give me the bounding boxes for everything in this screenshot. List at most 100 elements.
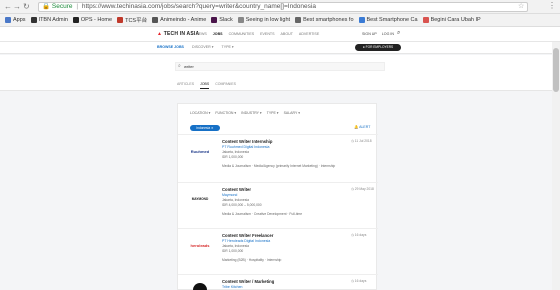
bookmark-favicon-icon (30, 17, 37, 23)
company-logo: MAYMOND (191, 197, 209, 201)
job-location: Jakarta, Indonesia (222, 150, 249, 154)
main-nav: NEWS JOBS COMMUNITIES EVENTS ABOUT ADVERTISE (196, 32, 325, 36)
bookmark-favicon-icon (237, 17, 244, 23)
account-nav: SIGN UP LOG IN (362, 32, 399, 36)
nav-item-news[interactable]: NEWS (196, 32, 207, 36)
tab-companies[interactable]: COMPANIES (215, 82, 236, 89)
job-location: Jakarta, Indonesia (222, 198, 249, 202)
search-value: writer (184, 64, 194, 69)
job-date: ◷ 16 days (351, 233, 367, 237)
search-icon[interactable]: ⌕ (397, 30, 400, 37)
for-employers-button[interactable]: ● FOR EMPLOYERS (355, 44, 401, 51)
job-date: ◷ 11 Jul 2018 (351, 139, 372, 143)
job-title[interactable]: Content Writer Freelancer (222, 233, 273, 238)
address-bar: ← → ↻ 🔒 Secure | https://www.techinasia.… (0, 0, 560, 14)
bookmark-label: OPS - Home (80, 17, 113, 23)
bookmarks-bar: Apps ITBN Admin OPS - Home TCS平台 Animeindo -… (0, 14, 560, 27)
filter-dropdown[interactable]: SALARY ▾ (284, 111, 300, 115)
bookmark-favicon-icon (152, 17, 159, 23)
secure-label: Secure (51, 3, 73, 10)
search-input[interactable]: ⌕ writer (175, 62, 385, 71)
alert-label: ALERT (359, 125, 371, 129)
nav-item-jobs[interactable]: JOBS (213, 32, 223, 36)
nav-item-events[interactable]: EVENTS (260, 32, 274, 36)
bookmark-item[interactable]: Apps (5, 17, 26, 23)
job-listing[interactable]: Ruuhmed Content Writer Internship PT Ruuhm… (178, 134, 378, 182)
bookmark-label: ITBN Admin (38, 17, 68, 23)
reload-icon[interactable]: ↻ (23, 2, 30, 12)
tab-articles[interactable]: ARTICLES (177, 82, 194, 89)
menu-icon[interactable]: ⋮ (548, 1, 556, 10)
bookmark-label: Animeindo - Anime (160, 17, 207, 23)
job-title[interactable]: Content Writer (222, 187, 251, 192)
bookmark-label: Best Smartphone Ca (366, 17, 418, 23)
job-location: Jakarta, Indonesia (222, 244, 249, 248)
url-field[interactable]: 🔒 Secure | https://www.techinasia.com/jo… (38, 2, 528, 12)
bookmark-label: Apps (13, 17, 26, 23)
job-title[interactable]: Content Writer Internship (222, 139, 272, 144)
bookmark-item[interactable]: Best smartphones fo (295, 17, 354, 23)
bookmark-label: Seeing in low light (245, 17, 291, 23)
job-company[interactable]: PT Ruuhmed Digital Indonesia (222, 145, 269, 149)
bookmark-favicon-icon (422, 17, 429, 23)
bell-icon: 🔔 (354, 125, 359, 129)
bookmark-favicon-icon (295, 17, 302, 23)
bookmark-item[interactable]: TCS平台 (117, 16, 147, 24)
account-link[interactable]: LOG IN (382, 32, 394, 36)
job-listing[interactable]: heroleads Content Writer Freelancer PT Her… (178, 228, 378, 274)
bookmark-favicon-icon (117, 17, 124, 23)
job-title[interactable]: Content Writer / Marketing (222, 279, 274, 284)
bookmark-item[interactable]: Seeing in low light (237, 17, 291, 23)
company-logo: Ruuhmed (190, 148, 210, 154)
job-listing[interactable]: MAYMOND Content Writer Maymond Jakarta, Ind… (178, 182, 378, 228)
bookmark-label: Best smartphones fo (303, 17, 354, 23)
bookmark-star-icon[interactable]: ☆ (518, 2, 524, 10)
bookmark-item[interactable]: ITBN Admin (30, 17, 68, 23)
filter-bar: LOCATION ▾ FUNCTION ▾ INDUSTRY ▾ TYPE ▾ SALA… (190, 111, 305, 115)
bookmark-item[interactable]: OPS - Home (72, 17, 113, 23)
country-filter-chip[interactable]: Indonesia ✕ (190, 125, 220, 131)
bookmark-label: TCS平台 (125, 18, 148, 24)
scrollbar-thumb[interactable] (553, 48, 559, 92)
techinasia-logo[interactable]: ▲ TECH IN ASIA (157, 31, 199, 37)
job-listing[interactable]: Content Writer / Marketing Tribe Kitchen ◷… (178, 274, 378, 290)
search-area: ⌕ writer ARTICLES JOBS COMPANIES (0, 55, 560, 91)
alert-button[interactable]: 🔔 ALERT (354, 125, 370, 129)
tab-jobs[interactable]: JOBS (200, 82, 210, 89)
nav-item-about[interactable]: ABOUT (281, 32, 293, 36)
bookmark-item[interactable]: Animeindo - Anime (152, 17, 206, 23)
job-company[interactable]: PT Heroleads Digital Indonesia (222, 239, 270, 243)
bookmark-favicon-icon (72, 17, 79, 23)
filter-dropdown[interactable]: FUNCTION ▾ (215, 111, 236, 115)
job-salary: IDR 1,000,000 (222, 155, 244, 159)
account-link[interactable]: SIGN UP (362, 32, 377, 36)
filter-dropdown[interactable]: INDUSTRY ▾ (241, 111, 262, 115)
jobs-subnav: BROWSE JOBS DISCOVER ▾ TYPE ▾ ● FOR EMPLOY… (0, 42, 560, 54)
job-tags: Media & Journalism · Media/Agency (prima… (222, 164, 336, 168)
filter-dropdown[interactable]: TYPE ▾ (267, 111, 279, 115)
bookmark-item[interactable]: Best Smartphone Ca (358, 17, 418, 23)
result-tabs: ARTICLES JOBS COMPANIES (177, 82, 242, 89)
subnav-item[interactable]: TYPE ▾ (222, 45, 234, 49)
logo-text: TECH IN ASIA (163, 31, 200, 37)
bookmark-favicon-icon (211, 17, 218, 23)
subnav-items: BROWSE JOBS DISCOVER ▾ TYPE ▾ (157, 45, 242, 49)
nav-item-communities[interactable]: COMMUNITIES (229, 32, 255, 36)
url-separator: | (76, 3, 79, 10)
forward-arrow-icon[interactable]: → (13, 2, 21, 12)
search-field-icon: ⌕ (178, 63, 181, 69)
subnav-item[interactable]: BROWSE JOBS (157, 45, 184, 49)
job-salary: IDR 4,000,000 – 5,000,000 (222, 203, 262, 207)
nav-item-advertise[interactable]: ADVERTISE (299, 32, 319, 36)
back-arrow-icon[interactable]: ← (4, 2, 12, 12)
job-company[interactable]: Tribe Kitchen (222, 285, 243, 289)
bookmark-item[interactable]: Begini Cara Ubah IP (422, 17, 481, 23)
filter-dropdown[interactable]: LOCATION ▾ (190, 111, 210, 115)
site-header: ▲ TECH IN ASIA NEWS JOBS COMMUNITIES EVENTS… (0, 27, 560, 42)
job-date: ◷ 29 May 2018 (351, 187, 374, 191)
url-text: https://www.techinasia.com/jobs/search?q… (81, 3, 316, 10)
subnav-item[interactable]: DISCOVER ▾ (192, 45, 214, 49)
bookmark-item[interactable]: Slack (211, 17, 233, 23)
job-company[interactable]: Maymond (222, 193, 237, 197)
results-panel: LOCATION ▾ FUNCTION ▾ INDUSTRY ▾ TYPE ▾ SALA… (177, 103, 378, 290)
